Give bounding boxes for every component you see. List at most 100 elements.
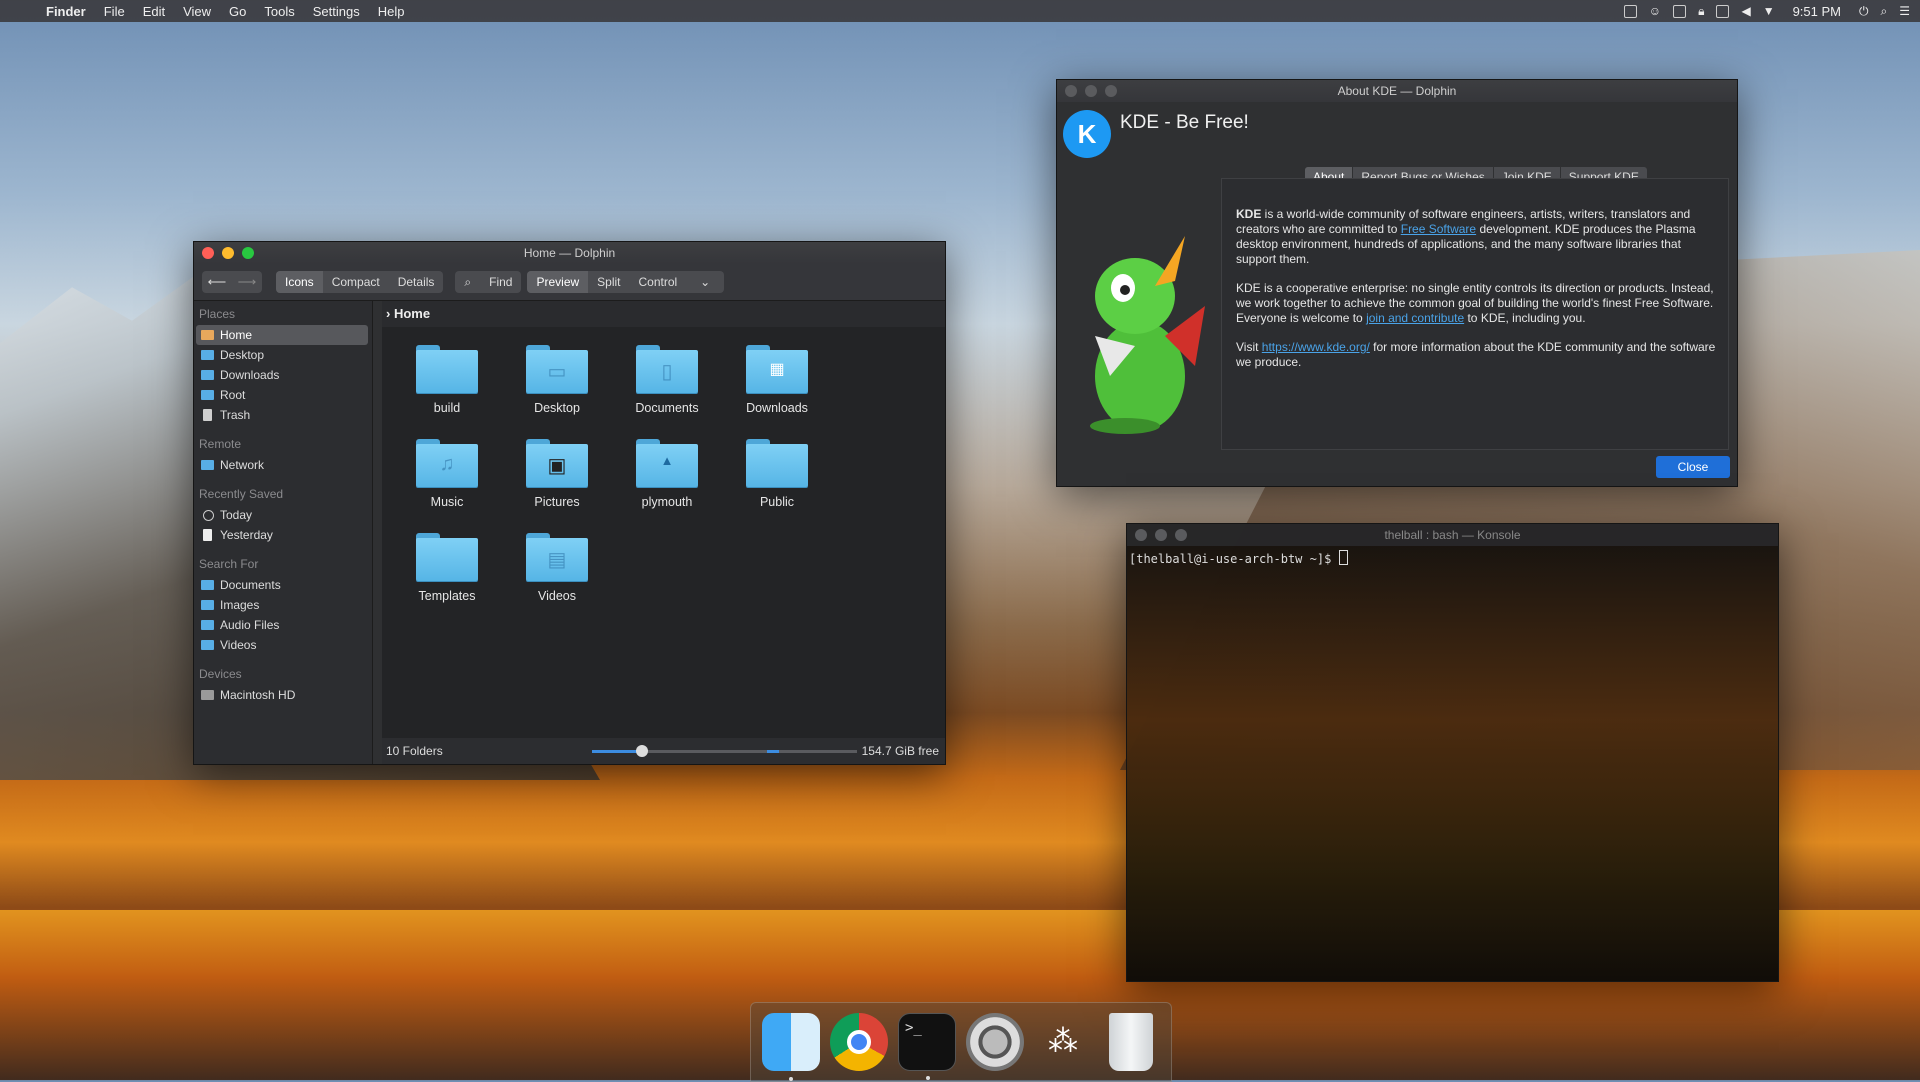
user-icon[interactable]: ☺	[1649, 4, 1661, 18]
sidebar-item-network[interactable]: Network	[196, 455, 368, 475]
sidebar-item-macintosh-hd[interactable]: Macintosh HD	[196, 685, 368, 705]
screen-icon[interactable]	[1623, 4, 1637, 18]
sidebar-item-desktop[interactable]: Desktop	[196, 345, 368, 365]
menu-app-name[interactable]: Finder	[46, 4, 86, 19]
breadcrumb[interactable]: › Home	[382, 301, 945, 327]
finder-icon[interactable]	[762, 1013, 820, 1081]
folder-music[interactable]: ♫ Music	[392, 439, 502, 509]
sidebar-item-trash[interactable]: Trash	[196, 405, 368, 425]
chevron-right-icon: ›	[386, 306, 391, 321]
folder-icon	[201, 620, 214, 630]
minimize-icon[interactable]	[1085, 85, 1097, 97]
find-button[interactable]: Find	[480, 271, 521, 293]
sidebar-item-audio-files[interactable]: Audio Files	[196, 615, 368, 635]
folder-build[interactable]: build	[392, 345, 502, 415]
folder-templates[interactable]: Templates	[392, 533, 502, 603]
menu-file[interactable]: File	[104, 4, 125, 19]
join-contribute-link[interactable]: join and contribute	[1366, 311, 1464, 325]
zoom-icon[interactable]	[1175, 529, 1187, 541]
dolphin-titlebar[interactable]: Home — Dolphin	[194, 242, 945, 264]
view-compact-button[interactable]: Compact	[323, 271, 389, 293]
folder-documents[interactable]: ▯ Documents	[612, 345, 722, 415]
display-icon[interactable]	[1673, 4, 1687, 18]
folder-pictures[interactable]: ▣ Pictures	[502, 439, 612, 509]
close-icon[interactable]	[1065, 85, 1077, 97]
clock[interactable]: 9:51 PM	[1793, 4, 1841, 19]
menu-tools[interactable]: Tools	[264, 4, 294, 19]
close-button[interactable]: Close	[1656, 456, 1730, 478]
sidebar-item-home[interactable]: Home	[196, 325, 368, 345]
sidebar-item-today[interactable]: Today	[196, 505, 368, 525]
lock-icon[interactable]: 🔒︎	[1698, 4, 1704, 19]
wifi-icon[interactable]: ▼	[1763, 4, 1775, 18]
folder-plymouth[interactable]: ▲ plymouth	[612, 439, 722, 509]
volume-icon[interactable]: ◀	[1741, 4, 1750, 18]
magnifier-icon[interactable]: ⌕	[455, 271, 480, 293]
kde-org-link[interactable]: https://www.kde.org/	[1262, 340, 1370, 354]
folder-label: Documents	[635, 401, 699, 415]
close-icon[interactable]	[202, 247, 214, 259]
view-details-button[interactable]: Details	[389, 271, 444, 293]
document-icon	[203, 529, 212, 541]
sidebar-item-root[interactable]: Root	[196, 385, 368, 405]
folder-downloads[interactable]: ▦ Downloads	[722, 345, 832, 415]
terminal-icon[interactable]: >_	[898, 1013, 956, 1080]
folder-label: Pictures	[534, 495, 580, 509]
status-area: ☺ 🔒︎ ◀ ▼ 9:51 PM ⏻ ⌕ ☰	[1623, 0, 1910, 22]
split-button[interactable]: Split	[588, 271, 629, 293]
git-icon[interactable]: ⁂	[1034, 1013, 1092, 1071]
sidebar-label: Documents	[220, 578, 281, 592]
close-icon[interactable]	[1135, 529, 1147, 541]
menu-edit[interactable]: Edit	[143, 4, 165, 19]
downloads-folder-icon: ▦	[746, 345, 808, 393]
slider-knob[interactable]	[636, 745, 648, 757]
back-arrow-icon[interactable]: ⟵	[202, 271, 232, 293]
sidebar-item-images[interactable]: Images	[196, 595, 368, 615]
clock-icon	[203, 510, 214, 521]
trash-icon[interactable]	[1109, 1013, 1153, 1071]
music-folder-icon: ♫	[416, 439, 478, 487]
disk-usage-bar	[767, 750, 857, 753]
devices-header: Devices	[199, 667, 242, 681]
places-header: Places	[199, 307, 236, 321]
forward-arrow-icon[interactable]: ⟶	[232, 271, 262, 293]
terminal-area[interactable]: [thelball@i-use-arch-btw ~]$	[1127, 546, 1778, 981]
folder-icon	[201, 600, 214, 610]
search-icon[interactable]: ⌕	[1881, 4, 1888, 19]
control-button[interactable]: Control	[630, 271, 687, 293]
sidebar-item-yesterday[interactable]: Yesterday	[196, 525, 368, 545]
system-preferences-icon[interactable]	[966, 1013, 1024, 1071]
sidebar-label: Macintosh HD	[220, 688, 296, 702]
chevron-down-icon[interactable]: ⌄	[686, 271, 724, 293]
folder-videos[interactable]: ▤ Videos	[502, 533, 612, 603]
sidebar-item-videos[interactable]: Videos	[196, 635, 368, 655]
konsole-titlebar[interactable]: thelball : bash — Konsole	[1127, 524, 1778, 546]
notifications-icon[interactable]: ☰	[1899, 4, 1910, 18]
remote-header: Remote	[199, 437, 242, 451]
folder-public[interactable]: Public	[722, 439, 832, 509]
zoom-icon[interactable]	[242, 247, 254, 259]
view-icons-button[interactable]: Icons	[276, 271, 323, 293]
breadcrumb-home[interactable]: Home	[394, 306, 430, 321]
clipboard-icon[interactable]	[1716, 4, 1730, 18]
about-heading: KDE - Be Free!	[1120, 112, 1249, 133]
free-software-link[interactable]: Free Software	[1401, 222, 1476, 236]
menu-settings[interactable]: Settings	[313, 4, 360, 19]
sidebar-item-downloads[interactable]: Downloads	[196, 365, 368, 385]
view-mode-group: Icons Compact Details	[276, 271, 444, 293]
network-folder-icon	[201, 460, 214, 470]
sidebar-label: Trash	[220, 408, 251, 422]
minimize-icon[interactable]	[222, 247, 234, 259]
menu-go[interactable]: Go	[229, 4, 246, 19]
zoom-icon[interactable]	[1105, 85, 1117, 97]
about-titlebar[interactable]: About KDE — Dolphin	[1057, 80, 1737, 102]
power-icon[interactable]: ⏻	[1859, 4, 1869, 19]
menu-help[interactable]: Help	[378, 4, 405, 19]
minimize-icon[interactable]	[1155, 529, 1167, 541]
sidebar-item-documents[interactable]: Documents	[196, 575, 368, 595]
preview-button[interactable]: Preview	[527, 271, 589, 293]
menu-view[interactable]: View	[183, 4, 211, 19]
chrome-icon[interactable]	[830, 1013, 888, 1071]
folder-icon	[746, 439, 808, 487]
folder-desktop[interactable]: ▭ Desktop	[502, 345, 612, 415]
